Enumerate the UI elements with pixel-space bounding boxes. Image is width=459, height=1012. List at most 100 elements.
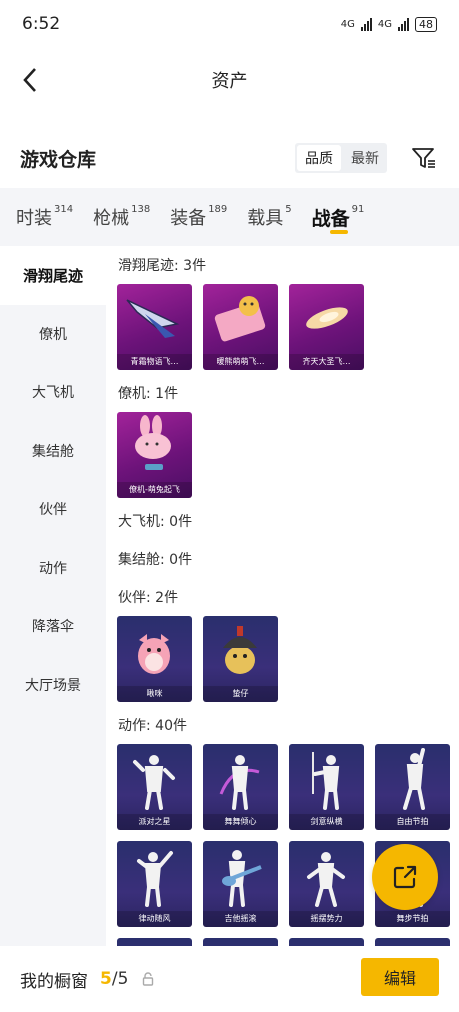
item-card[interactable]: 派对之星 [117, 744, 192, 830]
group-title-pod: 集结舱: 0件 [118, 552, 193, 568]
item-card[interactable]: 啾咪 [117, 616, 192, 702]
sidebar-item-plane[interactable]: 大飞机 [0, 363, 106, 422]
item-name: 僚机-萌兔起飞 [117, 482, 192, 498]
sidebar-item-partner[interactable]: 伙伴 [0, 480, 106, 539]
item-card[interactable]: 吉他摇滚 [203, 841, 278, 927]
back-button[interactable] [16, 66, 44, 94]
external-link-icon [393, 865, 417, 889]
tab-vehicles[interactable]: 载具 5 [247, 188, 291, 246]
item-name: 蛰仔 [203, 686, 278, 702]
tab-count: 189 [208, 204, 228, 215]
chevron-left-icon [23, 68, 36, 92]
signal-icon [360, 17, 372, 31]
wingman-grid: 僚机-萌兔起飞 [106, 412, 459, 498]
tab-label: 枪械 [93, 208, 130, 229]
item-card[interactable]: 摇摆势力 [289, 841, 364, 927]
sidebar-item-wingman[interactable]: 僚机 [0, 305, 106, 364]
item-list: 滑翔尾迹: 3件 青霜物语飞… 暖熊萌萌飞… 齐天大圣飞… 僚机: 1件 僚机-… [106, 246, 459, 946]
bear-glider-icon [214, 296, 266, 342]
tab-label: 时装 [16, 208, 52, 229]
item-name: 齐天大圣飞… [289, 354, 364, 370]
tab-label: 载具 [247, 208, 284, 229]
partner-grid: 啾咪 蛰仔 [106, 616, 459, 702]
item-card[interactable]: 蛰仔 [203, 616, 278, 702]
tab-guns[interactable]: 枪械 138 [93, 188, 150, 246]
sidebar-item-trail[interactable]: 滑翔尾迹 [0, 246, 106, 305]
network-label-2: 4G [377, 18, 392, 30]
sort-latest-button[interactable]: 最新 [343, 143, 387, 173]
item-card[interactable]: 僚机-萌兔起飞 [117, 412, 192, 498]
tab-label: 装备 [170, 208, 207, 229]
item-card[interactable]: 律动随风 [117, 841, 192, 927]
showcase-label: 我的橱窗 [20, 971, 88, 992]
signal-icon-2 [398, 17, 409, 31]
filter-button[interactable] [409, 143, 439, 173]
item-name: 律动随风 [117, 911, 192, 927]
tab-fashion[interactable]: 时装 314 [16, 188, 73, 246]
active-tab-indicator [329, 230, 348, 234]
tab-equipment[interactable]: 装备 189 [170, 188, 227, 246]
group-title-wingman: 僚机: 1件 [118, 386, 179, 402]
sidebar-item-lobby[interactable]: 大厅场景 [0, 656, 106, 715]
tab-count: 138 [131, 204, 151, 215]
showcase-count: 5/5 [100, 969, 128, 989]
library-row: 游戏仓库 品质 最新 [0, 132, 459, 184]
item-card[interactable]: 齐天大圣飞… [289, 284, 364, 370]
category-tabs: 时装 314 枪械 138 装备 189 载具 5 战备 91 [0, 188, 459, 246]
category-sidebar: 滑翔尾迹 僚机 大飞机 集结舱 伙伴 动作 降落伞 大厅场景 [0, 246, 106, 946]
group-title-plane: 大飞机: 0件 [118, 514, 193, 530]
item-name: 舞步节拍 [375, 911, 450, 927]
item-card[interactable] [375, 938, 450, 946]
item-card[interactable] [117, 938, 192, 946]
dancer-icon [219, 755, 260, 810]
sort-quality-button[interactable]: 品质 [297, 145, 341, 171]
tab-label: 战备 [311, 208, 350, 230]
sidebar-item-pod[interactable]: 集结舱 [0, 422, 106, 481]
item-name: 舞舞倾心 [203, 814, 278, 830]
group-title-trail: 滑翔尾迹: 3件 [118, 258, 207, 274]
lock-icon [143, 972, 154, 986]
item-card[interactable] [203, 938, 278, 946]
dancer-icon [137, 851, 173, 907]
dancer-icon [307, 852, 345, 907]
item-card[interactable]: 青霜物语飞… [117, 284, 192, 370]
status-time: 6:52 [22, 14, 61, 34]
sort-toggle: 品质 最新 [295, 143, 387, 173]
item-card[interactable]: 暖熊萌萌飞… [203, 284, 278, 370]
glider-icon [126, 299, 180, 338]
item-card[interactable]: 剑意纵横 [289, 744, 364, 830]
item-name: 摇摆势力 [289, 911, 364, 927]
item-name: 暖熊萌萌飞… [203, 354, 278, 370]
item-name: 自由节拍 [375, 814, 450, 830]
item-card[interactable] [289, 938, 364, 946]
sidebar-item-parachute[interactable]: 降落伞 [0, 597, 106, 656]
library-title: 游戏仓库 [20, 148, 97, 171]
share-button[interactable] [372, 844, 438, 910]
network-label-1: 4G [340, 18, 355, 30]
group-title-emote: 动作: 40件 [118, 718, 187, 734]
sidebar-item-emote[interactable]: 动作 [0, 539, 106, 598]
tab-count: 91 [351, 204, 365, 215]
tab-supplies[interactable]: 战备 91 [311, 188, 365, 246]
showcase-total: 5 [117, 969, 129, 989]
item-name: 剑意纵横 [289, 814, 364, 830]
tab-count: 314 [54, 204, 74, 215]
cloud-trail-icon [306, 307, 348, 329]
trail-grid: 青霜物语飞… 暖熊萌萌飞… 齐天大圣飞… [106, 284, 459, 370]
status-bar: 6:52 4G 4G 48 [0, 0, 459, 48]
item-card[interactable]: 自由节拍 [375, 744, 450, 830]
item-name: 青霜物语飞… [117, 354, 192, 370]
helmet-pet-icon [223, 626, 257, 674]
status-icons: 4G 4G 48 [340, 16, 437, 32]
filter-icon [412, 148, 435, 168]
dancer-icon [403, 748, 425, 810]
page-title: 资产 [211, 71, 248, 92]
item-card[interactable]: 舞舞倾心 [203, 744, 278, 830]
page-header: 资产 [0, 48, 459, 112]
edit-button[interactable]: 编辑 [361, 958, 439, 996]
group-title-partner: 伙伴: 2件 [118, 590, 179, 606]
bunny-wingman-icon [135, 415, 171, 470]
item-name: 吉他摇滚 [203, 911, 278, 927]
item-name: 啾咪 [117, 686, 192, 702]
guitar-dancer-icon [222, 850, 262, 907]
